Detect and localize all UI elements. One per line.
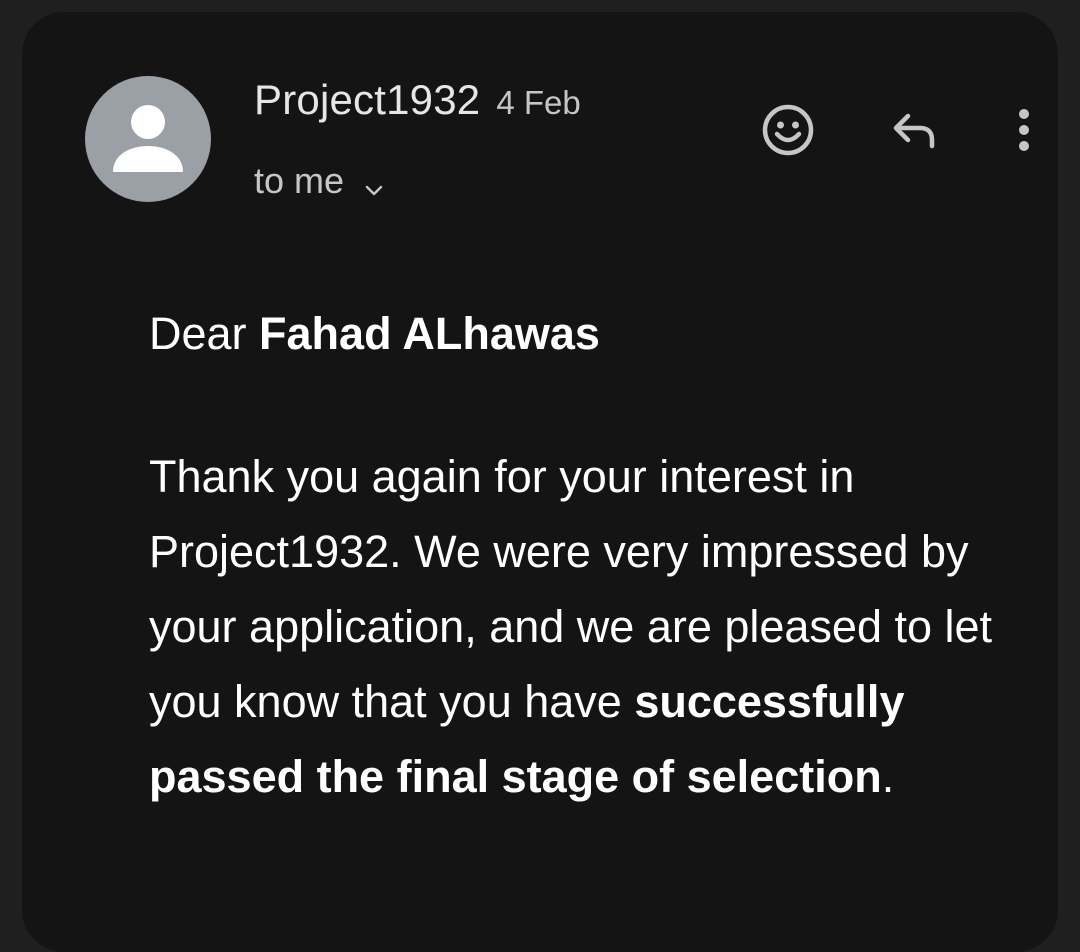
reply-button[interactable]	[882, 98, 946, 162]
body-paragraph: Thank you again for your interest in Pro…	[149, 439, 1049, 814]
recipient-details-toggle[interactable]: to me	[254, 160, 386, 202]
email-date: 4 Feb	[496, 84, 581, 121]
sender-header: Project1932 4 Feb	[254, 76, 581, 136]
sender-name[interactable]: Project1932	[254, 76, 480, 124]
sender-avatar[interactable]	[85, 76, 211, 202]
greeting: Dear Fahad ALhawas	[149, 296, 1049, 371]
greeting-prefix: Dear	[149, 308, 260, 359]
more-options-button[interactable]	[992, 98, 1056, 162]
add-reaction-button[interactable]	[756, 98, 820, 162]
recipient-name: Fahad ALhawas	[259, 308, 600, 359]
person-icon	[113, 105, 183, 172]
email-card: Project1932 4 Feb to me Dear Fahad ALhaw…	[22, 12, 1058, 952]
paragraph-end: .	[881, 751, 895, 802]
chevron-down-icon	[362, 169, 386, 196]
recipient-label: to me	[254, 160, 345, 201]
email-body: Dear Fahad ALhawas Thank you again for y…	[149, 296, 1049, 814]
reply-icon	[893, 113, 935, 149]
emoji-react-icon	[762, 104, 814, 156]
more-vert-icon	[1019, 109, 1029, 151]
